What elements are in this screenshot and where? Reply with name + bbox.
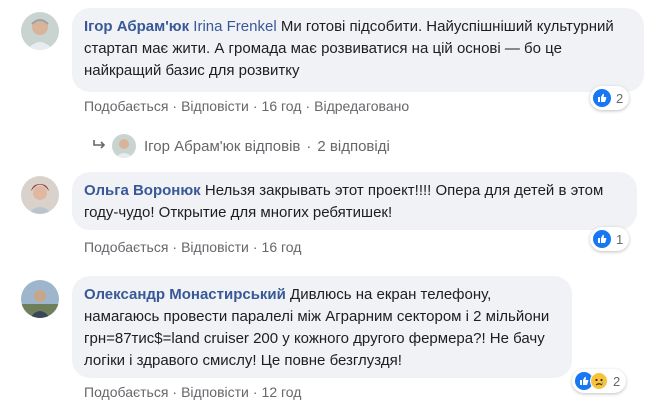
- reply-count: 2 відповіді: [317, 137, 390, 155]
- timestamp[interactable]: 16 год: [262, 98, 302, 114]
- reply-link[interactable]: Відповісти: [181, 98, 249, 114]
- avatar[interactable]: [21, 176, 59, 214]
- reply-arrow-icon: [92, 138, 106, 155]
- timestamp[interactable]: 12 год: [262, 384, 302, 400]
- comment-bubble: Ольга Воронюк Нельзя закрывать этот прое…: [72, 172, 637, 230]
- comment-author[interactable]: Олександр Монастирський: [84, 286, 286, 303]
- comment-bubble: Олександр Монастирський Дивлюсь на екран…: [72, 276, 572, 378]
- sad-icon: [590, 372, 608, 390]
- comment-actions: Подобається · Відповісти · 16 год: [84, 239, 302, 255]
- reaction-count: 1: [616, 231, 624, 247]
- like-link[interactable]: Подобається: [84, 98, 168, 114]
- reply-link[interactable]: Відповісти: [181, 384, 249, 400]
- like-link[interactable]: Подобається: [84, 384, 168, 400]
- comment-actions: Подобається · Відповісти · 16 год · Відредагов…: [84, 98, 410, 114]
- avatar: [112, 134, 136, 158]
- timestamp[interactable]: 16 год: [262, 239, 302, 255]
- like-icon: [593, 230, 611, 248]
- comment-author[interactable]: Ольга Воронюк: [84, 182, 201, 199]
- separator: ·: [306, 137, 312, 155]
- comment-author[interactable]: Ігор Абрам'юк: [84, 18, 189, 35]
- comment-bubble: Ігор Абрам'юк Irina Frenkel Ми готові пі…: [72, 8, 644, 92]
- avatar[interactable]: [21, 12, 59, 50]
- reply-link[interactable]: Відповісти: [181, 239, 249, 255]
- view-replies-row[interactable]: Ігор Абрам'юк відповів · 2 відповіді: [92, 134, 390, 158]
- reaction-count: 2: [613, 373, 621, 389]
- avatar[interactable]: [21, 280, 59, 318]
- like-icon: [593, 89, 611, 107]
- comment-actions: Подобається · Відповісти · 12 год: [84, 384, 302, 400]
- like-link[interactable]: Подобається: [84, 239, 168, 255]
- reaction-summary[interactable]: 2: [572, 369, 627, 393]
- reaction-summary[interactable]: 1: [590, 227, 630, 251]
- mention-link[interactable]: Irina Frenkel: [193, 18, 276, 35]
- edited-label[interactable]: Відредаговано: [314, 98, 409, 114]
- reaction-count: 2: [616, 90, 624, 106]
- reaction-summary[interactable]: 2: [590, 86, 630, 110]
- replier-label: Ігор Абрам'юк відповів: [144, 137, 301, 155]
